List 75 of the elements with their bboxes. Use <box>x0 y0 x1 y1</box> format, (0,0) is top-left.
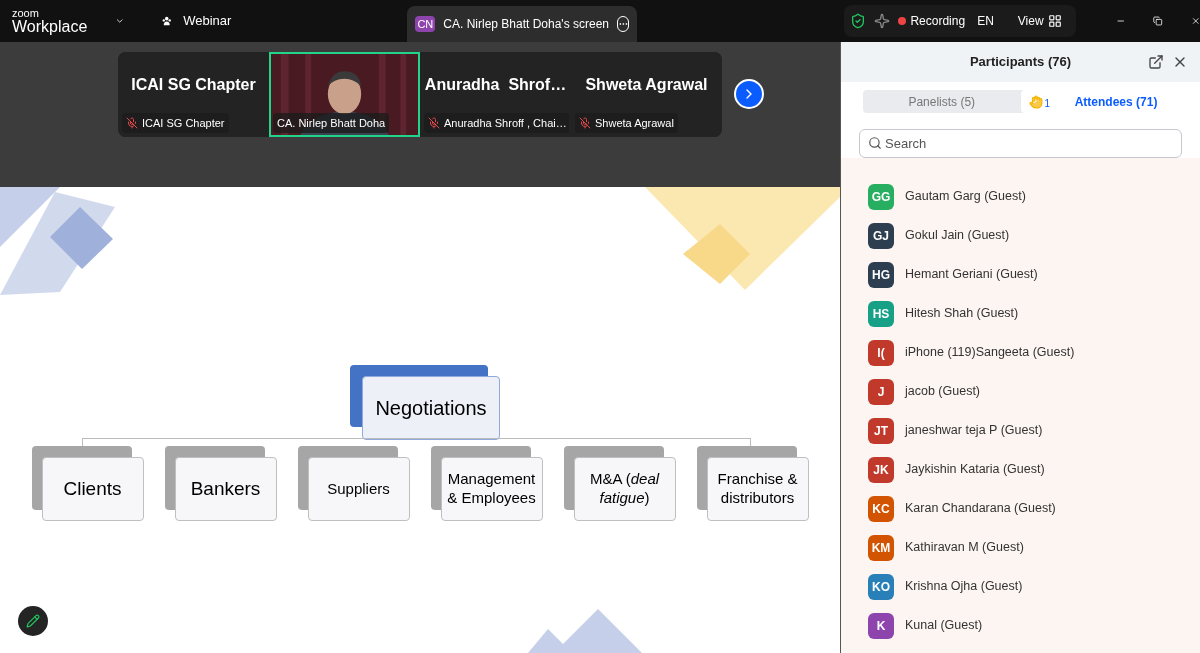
node-label: Management & Employees <box>446 470 537 508</box>
node-label: Franchise & distributors <box>716 470 799 508</box>
participant-name: Kathiravan M (Guest) <box>905 539 1024 557</box>
participant-avatar: JT <box>868 417 894 444</box>
annotate-button[interactable] <box>18 606 48 636</box>
node-label: Suppliers <box>327 479 390 499</box>
participant-name: Hitesh Shah (Guest) <box>905 305 1019 323</box>
participant-row[interactable]: GG Gautam Garg (Guest) <box>841 177 1200 216</box>
participant-avatar: I( <box>868 339 894 366</box>
participant-row[interactable]: KC Karan Chandarana (Guest) <box>841 489 1200 528</box>
share-title: CA. Nirlep Bhatt Doha's screen <box>443 16 609 33</box>
participant-name: jacob (Guest) <box>905 383 981 401</box>
video-tile[interactable]: CA. Nirlep Bhatt Doha <box>269 52 420 137</box>
participant-row[interactable]: JK Jaykishin Kataria (Guest) <box>841 450 1200 489</box>
node-label: Negotiations <box>375 395 487 421</box>
participant-avatar: GJ <box>868 222 894 249</box>
search-icon <box>868 136 882 150</box>
participant-name: Hemant Geriani (Guest) <box>905 266 1038 284</box>
participant-name: CA. Nirlep Bhatt Doha <box>277 115 386 131</box>
restore-icon[interactable] <box>1153 13 1163 29</box>
search-field[interactable]: Search <box>859 129 1182 158</box>
view-label[interactable]: View <box>1017 12 1044 30</box>
webinar-label: Webinar <box>183 12 232 31</box>
participant-avatar: K <box>868 612 894 639</box>
logo-workplace: Workplace <box>12 18 88 35</box>
participant-name: Krishna Ojha (Guest) <box>905 578 1023 596</box>
participant-name: ICAI SG Chapter <box>142 115 225 131</box>
raised-hand-count: 1 <box>1044 97 1051 111</box>
panel-tab[interactable]: 1 Attendees (71) <box>1020 90 1178 113</box>
participant-name: Kunal (Guest) <box>905 617 983 635</box>
logo-zoom: zoom <box>12 7 40 19</box>
participant-avatar: HS <box>868 300 894 327</box>
participant-name: Shweta Agrawal <box>595 115 674 131</box>
participant-row[interactable]: KM Kathiravan M (Guest) <box>841 528 1200 567</box>
participant-avatar: J <box>868 378 894 405</box>
sharer-avatar: CN <box>415 15 436 33</box>
sparkle-icon[interactable] <box>874 13 891 29</box>
node-label: Bankers <box>190 477 261 501</box>
participant-avatar: HG <box>868 261 894 288</box>
participant-name: Gokul Jain (Guest) <box>905 227 1010 245</box>
participant-row[interactable]: JT janeshwar teja P (Guest) <box>841 411 1200 450</box>
participant-row[interactable]: HS Hitesh Shah (Guest) <box>841 294 1200 333</box>
participant-avatar: KM <box>868 534 894 561</box>
view-grid-icon[interactable] <box>1047 14 1062 28</box>
pencil-icon <box>26 614 40 628</box>
node-label: M&A (deal fatigue) <box>588 470 661 508</box>
share-tab[interactable]: CN CA. Nirlep Bhatt Doha's screen <box>407 6 638 42</box>
participant-row[interactable]: I( iPhone (119)Sangeeta (Guest) <box>841 333 1200 372</box>
recording-label[interactable]: Recording <box>910 12 966 30</box>
participant-row[interactable]: HG Hemant Geriani (Guest) <box>841 255 1200 294</box>
participant-display-name: Shweta Agrawal <box>585 74 708 95</box>
participant-row[interactable]: KO Krishna Ojha (Guest) <box>841 567 1200 606</box>
panel-tab[interactable]: Panelists (5) <box>863 90 1021 113</box>
node-label: Clients <box>63 477 122 501</box>
participant-avatar: GG <box>868 183 894 210</box>
participant-avatar: KC <box>868 495 894 522</box>
participant-avatar: JK <box>868 456 894 483</box>
participant-avatar: KO <box>868 573 894 600</box>
participant-name: iPhone (119)Sangeeta (Guest) <box>905 344 1075 362</box>
security-shield-icon[interactable] <box>850 13 867 29</box>
raised-hand-icon <box>1028 94 1043 109</box>
language-label[interactable]: EN <box>977 12 994 30</box>
participant-name: Jaykishin Kataria (Guest) <box>905 461 1045 479</box>
next-page-button[interactable] <box>734 79 764 109</box>
panel-title: Participants (76) <box>968 53 1073 72</box>
participant-display-name: ICAI SG Chapter <box>131 74 256 95</box>
participant-name: Gautam Garg (Guest) <box>905 188 1026 206</box>
participant-row[interactable]: J jacob (Guest) <box>841 372 1200 411</box>
participant-row[interactable]: GJ Gokul Jain (Guest) <box>841 216 1200 255</box>
pop-out-icon[interactable] <box>1148 54 1164 70</box>
participant-row[interactable]: K Kunal (Guest) <box>841 606 1200 645</box>
participant-name: Anuradha Shroff , Chai… <box>444 115 567 131</box>
participant-display-name: Anuradha Shrof… <box>424 74 567 95</box>
participant-name: Karan Chandarana (Guest) <box>905 500 1056 518</box>
participant-name: janeshwar teja P (Guest) <box>905 422 1043 440</box>
